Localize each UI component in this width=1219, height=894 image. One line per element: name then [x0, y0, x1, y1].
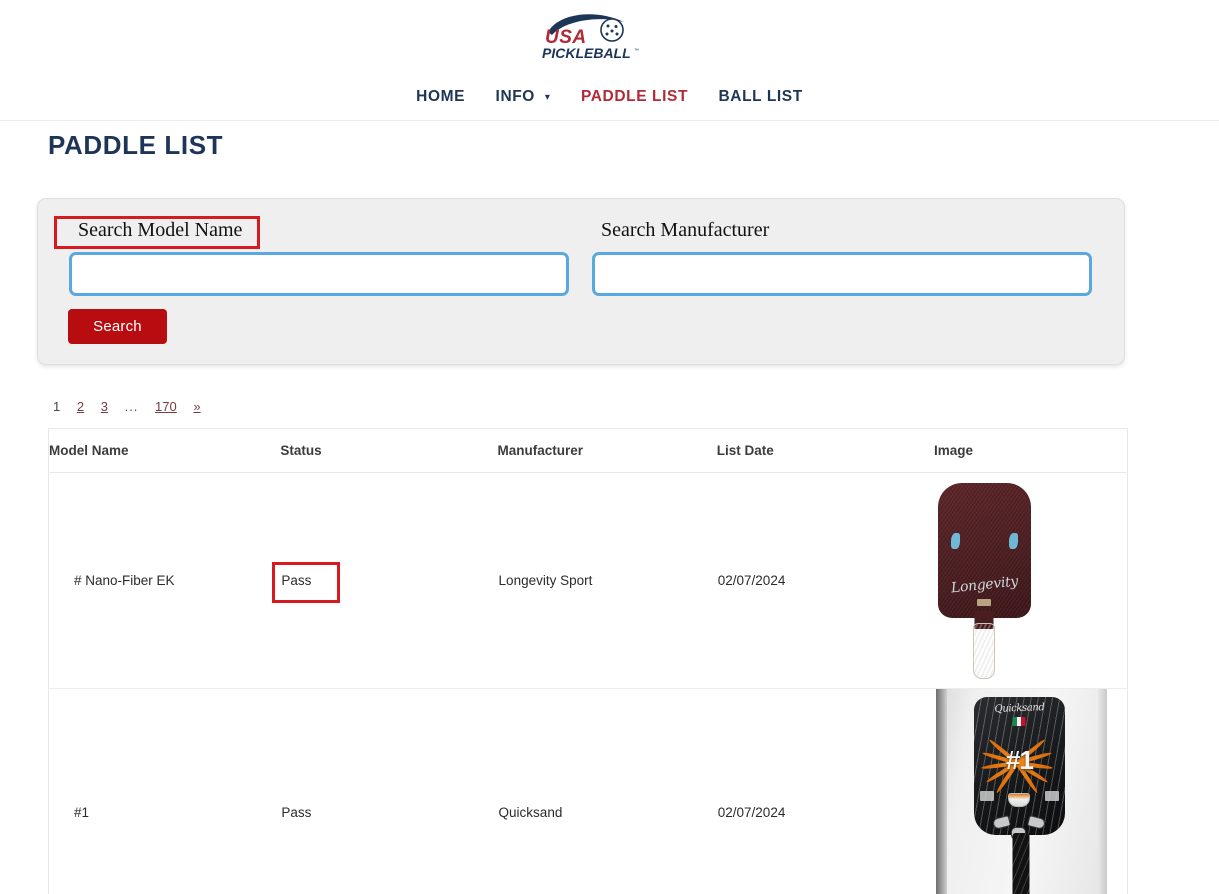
photo-edge-shadow [935, 689, 947, 894]
cell-list-date: 02/07/2024 [716, 472, 934, 689]
column-header-model-name[interactable]: Model Name [49, 429, 281, 473]
longevity-sport-paddle-image[interactable]: Longevity [937, 482, 1031, 679]
seahorse-logo-icon [950, 532, 960, 549]
cell-status: Pass [280, 688, 498, 894]
paddle-table-body: # Nano-Fiber EK Pass Longevity Sport 02/… [49, 472, 1127, 894]
cell-image: Longevity [933, 472, 1127, 689]
search-button[interactable]: Search [68, 309, 167, 344]
paddle-table-container: Model Name Status Manufacturer List Date… [48, 428, 1128, 894]
paddle-number-text: #1 [1006, 745, 1034, 775]
search-manufacturer-field-group: Search Manufacturer [592, 217, 1094, 296]
italy-flag-icon [1012, 717, 1026, 726]
search-model-name-label: Search Model Name [78, 219, 243, 241]
cell-model-name: # Nano-Fiber EK [49, 472, 281, 689]
nav-item-home[interactable]: HOME [416, 88, 465, 106]
throat-cutout [992, 815, 1012, 830]
pagination-page-2[interactable]: 2 [77, 399, 84, 414]
cell-list-date: 02/07/2024 [716, 688, 934, 894]
pagination-page-3[interactable]: 3 [101, 399, 108, 414]
nav-item-home-label: HOME [416, 88, 466, 105]
table-row[interactable]: # Nano-Fiber EK Pass Longevity Sport 02/… [49, 472, 1127, 689]
column-header-manufacturer[interactable]: Manufacturer [497, 429, 717, 473]
column-header-status[interactable]: Status [280, 429, 498, 473]
paddle-brand-text: Quicksand [994, 702, 1045, 715]
nav-item-info-label: INFO [495, 88, 535, 105]
cell-image: Quicksand #1 [933, 688, 1127, 894]
svg-text:PICKLEBALL: PICKLEBALL [542, 45, 631, 61]
search-manufacturer-input[interactable] [592, 252, 1092, 296]
paddle-brand-text: Longevity [950, 573, 1019, 596]
paddle-table: Model Name Status Manufacturer List Date… [49, 429, 1127, 894]
paddle-cert-badge-icon [1044, 791, 1059, 801]
paddle-cert-badge-icon [979, 791, 994, 801]
paddle-grip [1012, 833, 1030, 894]
column-header-image[interactable]: Image [933, 429, 1127, 473]
nav-item-paddle-list[interactable]: PADDLE LIST [581, 88, 688, 106]
svg-text:™: ™ [634, 48, 639, 54]
search-model-name-field-group: Search Model Name [69, 217, 571, 296]
chevron-down-icon: ▾ [544, 92, 551, 103]
cell-manufacturer: Longevity Sport [497, 472, 717, 689]
cell-model-name: #1 [49, 688, 281, 894]
nav-item-ball-list[interactable]: BALL LIST [718, 88, 802, 106]
paddle-basket-graphic [1008, 793, 1031, 807]
quicksand-paddle-image[interactable]: Quicksand #1 [935, 689, 1107, 894]
paddle-badge-icon [977, 598, 992, 606]
nav-item-info[interactable]: INFO ▾ [496, 88, 551, 106]
seahorse-logo-icon [1008, 532, 1018, 549]
paddle-table-head: Model Name Status Manufacturer List Date… [49, 429, 1127, 473]
paddle-grip [973, 622, 996, 679]
table-row[interactable]: #1 Pass Quicksand 02/07/2024 Quicksand #… [49, 688, 1127, 894]
pagination: 1 2 3 ... 170 » [53, 399, 214, 414]
search-model-name-input[interactable] [69, 252, 569, 296]
photo-edge-shadow [1097, 689, 1107, 894]
cell-status: Pass [280, 472, 498, 689]
column-header-list-date[interactable]: List Date [716, 429, 934, 473]
main-navigation: HOME INFO ▾ PADDLE LIST BALL LIST [0, 88, 1219, 106]
paddle-face: Longevity [937, 482, 1031, 618]
nav-item-ball-list-label: BALL LIST [718, 88, 803, 105]
cell-manufacturer: Quicksand [497, 688, 717, 894]
pagination-last-page[interactable]: 170 [155, 399, 177, 414]
pagination-current-page: 1 [53, 399, 61, 414]
nav-item-paddle-list-label: PADDLE LIST [580, 88, 689, 105]
paddle-face: Quicksand #1 [973, 697, 1065, 840]
table-header-row: Model Name Status Manufacturer List Date… [49, 429, 1127, 473]
page-root: USA PICKLEBALL ™ HOME INFO ▾ PADDLE LIST… [0, 0, 1219, 894]
pagination-ellipsis: ... [124, 399, 139, 414]
search-manufacturer-label: Search Manufacturer [601, 219, 770, 241]
throat-cutout [1027, 815, 1047, 830]
page-title: PADDLE LIST [48, 130, 224, 160]
site-header: USA PICKLEBALL ™ HOME INFO ▾ PADDLE LIST… [0, 0, 1219, 121]
pagination-next-button[interactable]: » [193, 399, 200, 414]
usa-pickleball-logo[interactable]: USA PICKLEBALL ™ [536, 10, 644, 64]
search-panel: Search Model Name Search Manufacturer [37, 198, 1125, 365]
